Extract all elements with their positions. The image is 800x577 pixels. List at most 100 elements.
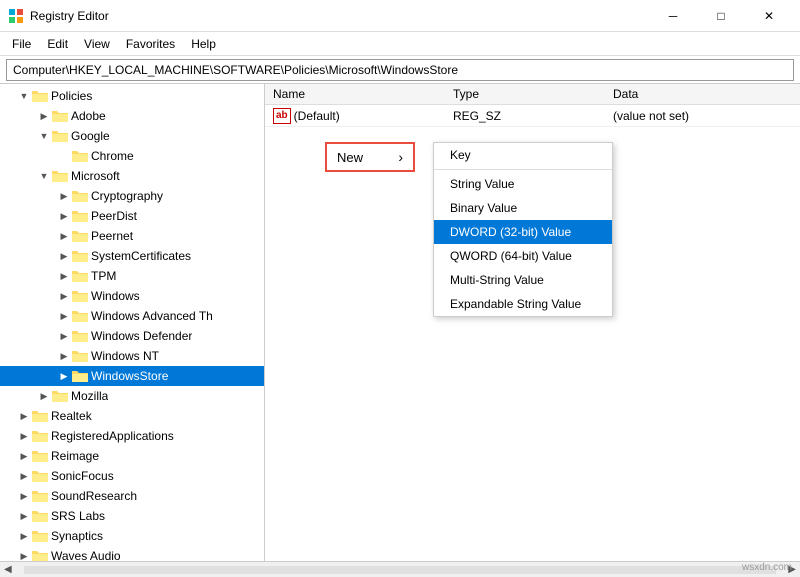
submenu-item-multistring-value[interactable]: Multi-String Value <box>434 268 612 292</box>
tree-label-policies: Policies <box>51 89 92 103</box>
maximize-button[interactable]: □ <box>698 6 744 26</box>
tree-label-peernet: Peernet <box>91 229 133 243</box>
menu-view[interactable]: View <box>76 35 118 53</box>
tree-item-synaptics[interactable]: ▶ Synaptics <box>0 526 264 546</box>
expand-arrow-mozilla: ▶ <box>36 391 52 402</box>
tree-item-soundresearch[interactable]: ▶ SoundResearch <box>0 486 264 506</box>
tree-item-realtek[interactable]: ▶ Realtek <box>0 406 264 426</box>
new-button-arrow: › <box>398 149 403 165</box>
tree-item-registeredapplications[interactable]: ▶ RegisteredApplications <box>0 426 264 446</box>
tree-label-windowsadvanced: Windows Advanced Th <box>91 309 213 323</box>
tree-item-microsoft[interactable]: ▼ Microsoft <box>0 166 264 186</box>
expand-arrow-reimage: ▶ <box>16 451 32 462</box>
expand-arrow-wavesaudio: ▶ <box>16 551 32 562</box>
scroll-track[interactable] <box>24 566 777 574</box>
folder-icon-chrome <box>72 149 88 163</box>
submenu-item-expandable-string-value[interactable]: Expandable String Value <box>434 292 612 316</box>
tree-label-soundresearch: SoundResearch <box>51 489 137 503</box>
menu-help[interactable]: Help <box>183 35 224 53</box>
folder-icon-srslabs <box>32 509 48 523</box>
tree-label-systemcertificates: SystemCertificates <box>91 249 191 263</box>
expand-arrow-realtek: ▶ <box>16 411 32 422</box>
tree-item-windowsadvanced[interactable]: ▶ Windows Advanced Th <box>0 306 264 326</box>
folder-icon-windows <box>72 289 88 303</box>
tree-item-windowsstore[interactable]: ▶ WindowsStore <box>0 366 264 386</box>
row-name-default: ab (Default) <box>265 105 445 127</box>
submenu-item-key[interactable]: Key <box>434 143 612 167</box>
submenu-item-binary-value[interactable]: Binary Value <box>434 196 612 220</box>
title-bar-left: Registry Editor <box>8 8 109 24</box>
expand-arrow-windowsadvanced: ▶ <box>56 311 72 322</box>
col-name: Name <box>265 84 445 105</box>
folder-icon-adobe <box>52 109 68 123</box>
app-icon <box>8 8 24 24</box>
menu-edit[interactable]: Edit <box>39 35 76 53</box>
folder-icon-registeredapplications <box>32 429 48 443</box>
col-data: Data <box>605 84 800 105</box>
tree-label-srslabs: SRS Labs <box>51 509 105 523</box>
expand-arrow-soundresearch: ▶ <box>16 491 32 502</box>
folder-icon-cryptography <box>72 189 88 203</box>
close-button[interactable]: ✕ <box>746 6 792 26</box>
tree-item-policies[interactable]: ▼ Policies <box>0 86 264 106</box>
scroll-left-arrow[interactable]: ◀ <box>0 564 16 575</box>
table-row-default[interactable]: ab (Default) REG_SZ (value not set) <box>265 105 800 127</box>
submenu: Key String Value Binary Value DWORD (32-… <box>433 142 613 317</box>
tree-item-peerdist[interactable]: ▶ PeerDist <box>0 206 264 226</box>
expand-arrow-google: ▼ <box>36 131 52 141</box>
tree-label-windows: Windows <box>91 289 140 303</box>
tree-label-windowsstore: WindowsStore <box>91 369 168 383</box>
address-bar <box>0 56 800 84</box>
tree-item-adobe[interactable]: ▶ Adobe <box>0 106 264 126</box>
expand-arrow-windowsdefender: ▶ <box>56 331 72 342</box>
menu-favorites[interactable]: Favorites <box>118 35 183 53</box>
folder-icon-microsoft <box>52 169 68 183</box>
expand-arrow-windowsnt: ▶ <box>56 351 72 362</box>
tree-panel[interactable]: ▼ Policies ▶ Adobe ▼ Google <box>0 84 265 561</box>
folder-icon-windowsstore <box>72 369 88 383</box>
tree-item-cryptography[interactable]: ▶ Cryptography <box>0 186 264 206</box>
tree-label-microsoft: Microsoft <box>71 169 120 183</box>
menu-file[interactable]: File <box>4 35 39 53</box>
tree-item-windows[interactable]: ▶ Windows <box>0 286 264 306</box>
folder-icon-synaptics <box>32 529 48 543</box>
row-type-default: REG_SZ <box>445 105 605 127</box>
tree-item-systemcertificates[interactable]: ▶ SystemCertificates <box>0 246 264 266</box>
folder-icon-wavesaudio <box>32 549 48 561</box>
default-label: (Default) <box>294 109 340 123</box>
window-title: Registry Editor <box>30 9 109 23</box>
tree-label-windowsnt: Windows NT <box>91 349 159 363</box>
folder-icon-sonicfocus <box>32 469 48 483</box>
folder-icon-windowsnt <box>72 349 88 363</box>
submenu-item-qword-value[interactable]: QWORD (64-bit) Value <box>434 244 612 268</box>
submenu-separator-1 <box>434 169 612 170</box>
submenu-item-dword-value[interactable]: DWORD (32-bit) Value <box>434 220 612 244</box>
tree-label-reimage: Reimage <box>51 449 99 463</box>
tree-item-chrome[interactable]: ▶ Chrome <box>0 146 264 166</box>
folder-icon-reimage <box>32 449 48 463</box>
submenu-item-string-value[interactable]: String Value <box>434 172 612 196</box>
tree-item-wavesaudio[interactable]: ▶ Waves Audio <box>0 546 264 561</box>
tree-item-srslabs[interactable]: ▶ SRS Labs <box>0 506 264 526</box>
folder-icon-peerdist <box>72 209 88 223</box>
tree-item-windowsnt[interactable]: ▶ Windows NT <box>0 346 264 366</box>
main-area: ▼ Policies ▶ Adobe ▼ Google <box>0 84 800 561</box>
folder-icon-windowsadvanced <box>72 309 88 323</box>
tree-item-reimage[interactable]: ▶ Reimage <box>0 446 264 466</box>
minimize-button[interactable]: ─ <box>650 6 696 26</box>
tree-item-windowsdefender[interactable]: ▶ Windows Defender <box>0 326 264 346</box>
expand-arrow-systemcertificates: ▶ <box>56 251 72 262</box>
tree-item-mozilla[interactable]: ▶ Mozilla <box>0 386 264 406</box>
folder-icon-windowsdefender <box>72 329 88 343</box>
expand-arrow-windowsstore: ▶ <box>56 371 72 382</box>
address-input[interactable] <box>6 59 794 81</box>
new-button[interactable]: New › <box>325 142 415 172</box>
tree-item-sonicfocus[interactable]: ▶ SonicFocus <box>0 466 264 486</box>
expand-arrow-policies: ▼ <box>16 91 32 101</box>
tree-item-google[interactable]: ▼ Google <box>0 126 264 146</box>
tree-label-adobe: Adobe <box>71 109 106 123</box>
tree-label-peerdist: PeerDist <box>91 209 137 223</box>
tree-item-peernet[interactable]: ▶ Peernet <box>0 226 264 246</box>
folder-icon-systemcertificates <box>72 249 88 263</box>
tree-item-tpm[interactable]: ▶ TPM <box>0 266 264 286</box>
